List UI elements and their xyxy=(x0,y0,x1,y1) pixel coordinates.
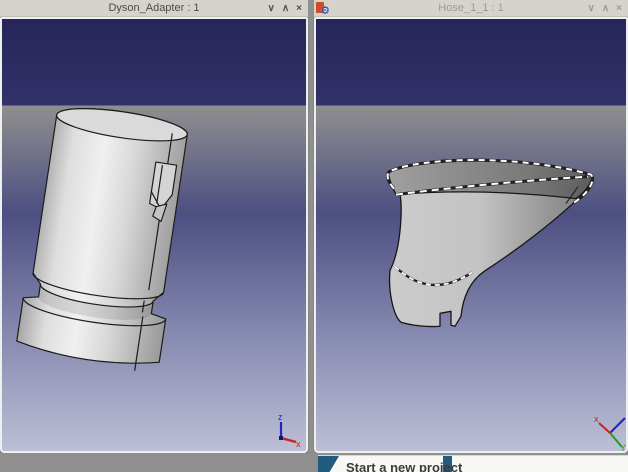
minimize-button[interactable]: ∨ xyxy=(588,4,595,14)
hose-model[interactable] xyxy=(316,19,626,451)
window-hose: ⚙ Hose_1_1 : 1 ∨ ∧ × xyxy=(314,0,628,453)
window-titlebar[interactable]: ⚙ Hose_1_1 : 1 ∨ ∧ × xyxy=(314,0,628,17)
window-titlebar[interactable]: Dyson_Adapter : 1 ∨ ∧ × xyxy=(0,0,308,17)
start-page-tab[interactable]: Start a new project xyxy=(318,455,628,472)
axis-x-label: x xyxy=(296,439,301,447)
start-tab-accent-corner xyxy=(318,456,339,472)
window-title: Hose_1_1 : 1 xyxy=(438,2,503,14)
gear-icon: ⚙ xyxy=(320,6,330,17)
right-3d-viewport[interactable]: x Y xyxy=(314,17,628,453)
restore-button[interactable]: ∧ xyxy=(602,4,609,14)
axis-y-label: Y xyxy=(620,443,626,451)
restore-button[interactable]: ∧ xyxy=(282,4,289,14)
dyson-adapter-model[interactable] xyxy=(2,19,306,451)
freecad-mdi-area: Dyson_Adapter : 1 ∨ ∧ × xyxy=(0,0,628,472)
axis-indicator: x Y xyxy=(594,413,628,451)
window-title: Dyson_Adapter : 1 xyxy=(108,2,199,14)
axis-indicator: z x xyxy=(271,411,301,447)
axis-z-label: z xyxy=(278,412,283,422)
axis-x-label: x xyxy=(594,414,599,424)
freecad-document-icon[interactable]: ⚙ xyxy=(316,2,328,14)
window-dyson-adapter: Dyson_Adapter : 1 ∨ ∧ × xyxy=(0,0,308,453)
left-3d-viewport[interactable]: z x xyxy=(0,17,308,453)
close-button[interactable]: × xyxy=(616,4,622,14)
minimize-button[interactable]: ∨ xyxy=(268,4,275,14)
close-button[interactable]: × xyxy=(296,4,302,14)
start-new-project-link[interactable]: Start a new project xyxy=(346,460,462,472)
bottom-strip: Start a new project xyxy=(0,453,628,472)
